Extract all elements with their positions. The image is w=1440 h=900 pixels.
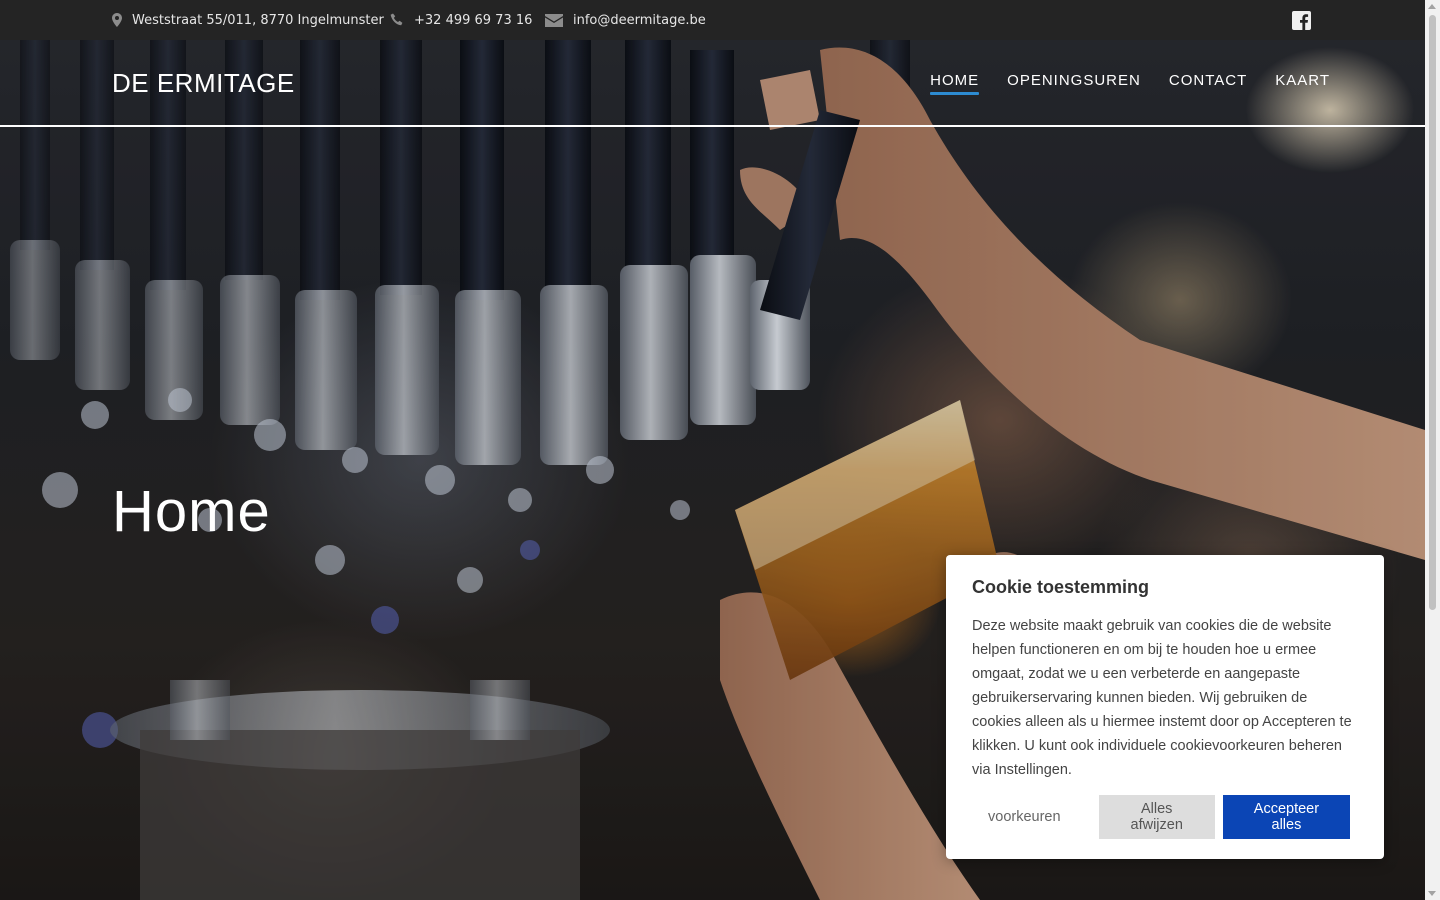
address-info: Weststraat 55/011, 8770 Ingelmunster bbox=[112, 0, 384, 40]
phone-text[interactable]: +32 499 69 73 16 bbox=[414, 13, 532, 28]
phone-icon bbox=[390, 13, 403, 26]
site-brand[interactable]: DE ERMITAGE bbox=[112, 68, 295, 99]
cookie-title: Cookie toestemming bbox=[972, 577, 1150, 597]
email-info[interactable]: info@deermitage.be bbox=[545, 0, 706, 40]
main-nav: HOME OPENINGSUREN CONTACT KAART bbox=[930, 72, 1330, 95]
nav-kaart[interactable]: KAART bbox=[1275, 72, 1330, 95]
cookie-preferences-button[interactable]: voorkeuren bbox=[972, 795, 1077, 839]
header-divider bbox=[0, 125, 1425, 127]
top-info-bar: Weststraat 55/011, 8770 Ingelmunster +32… bbox=[0, 0, 1425, 40]
scroll-up-arrow-icon[interactable] bbox=[1428, 4, 1436, 9]
scroll-down-arrow-icon[interactable] bbox=[1428, 891, 1436, 896]
cookie-body: Deze website maakt gebruik van cookies d… bbox=[972, 618, 1352, 778]
scrollbar-thumb[interactable] bbox=[1429, 15, 1436, 610]
cookie-accept-button[interactable]: Accepteer alles bbox=[1222, 795, 1350, 839]
cookie-reject-button[interactable]: Alles afwijzen bbox=[1098, 795, 1215, 839]
envelope-icon bbox=[545, 13, 563, 27]
email-text[interactable]: info@deermitage.be bbox=[573, 13, 706, 28]
nav-contact[interactable]: CONTACT bbox=[1169, 72, 1247, 95]
nav-openingsuren[interactable]: OPENINGSUREN bbox=[1007, 72, 1141, 95]
page-title: Home bbox=[112, 479, 271, 544]
nav-home[interactable]: HOME bbox=[930, 72, 980, 95]
cookie-actions: voorkeuren Alles afwijzen Accepteer alle… bbox=[972, 795, 1350, 839]
map-marker-icon bbox=[112, 13, 122, 27]
page-scrollbar[interactable] bbox=[1425, 0, 1440, 900]
cookie-consent-dialog: Cookie toestemming Deze website maakt ge… bbox=[946, 555, 1384, 859]
address-text: Weststraat 55/011, 8770 Ingelmunster bbox=[132, 12, 384, 28]
facebook-icon[interactable] bbox=[1292, 11, 1311, 30]
phone-info[interactable]: +32 499 69 73 16 bbox=[390, 0, 532, 40]
